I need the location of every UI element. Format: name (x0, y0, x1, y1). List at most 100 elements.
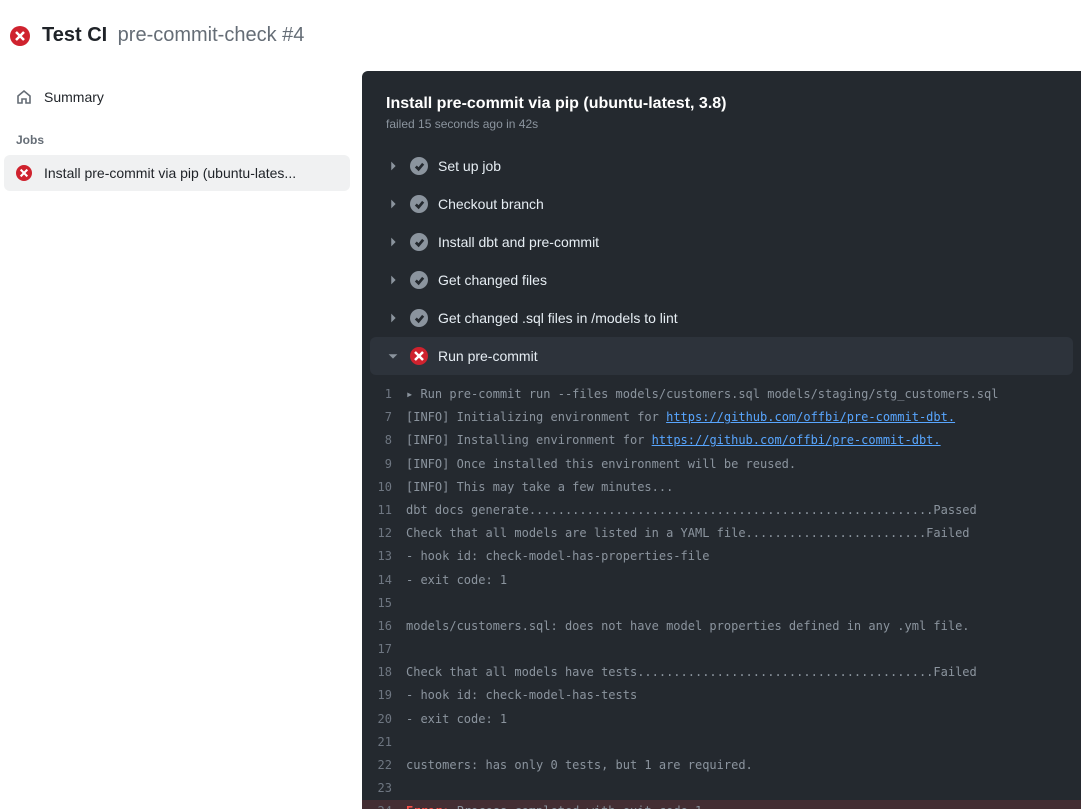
log-line[interactable]: 13- hook id: check-model-has-properties-… (362, 545, 1081, 568)
log-line[interactable]: 12Check that all models are listed in a … (362, 522, 1081, 545)
line-number: 12 (362, 524, 406, 543)
log-line[interactable]: 23 (362, 777, 1081, 800)
line-content: models/customers.sql: does not have mode… (406, 617, 1065, 636)
step-row[interactable]: Get changed files (370, 261, 1073, 299)
job-header: Install pre-commit via pip (ubuntu-lates… (362, 71, 1081, 147)
line-content (406, 733, 1065, 752)
line-content: Check that all models have tests........… (406, 663, 1065, 682)
job-title: Install pre-commit via pip (ubuntu-lates… (386, 95, 1057, 113)
line-number: 23 (362, 779, 406, 798)
log-line[interactable]: 17 (362, 638, 1081, 661)
line-number: 21 (362, 733, 406, 752)
line-number: 15 (362, 594, 406, 613)
line-number: 14 (362, 571, 406, 590)
line-number: 22 (362, 756, 406, 775)
step-row[interactable]: Checkout branch (370, 185, 1073, 223)
fail-icon (410, 347, 428, 365)
steps-list: Set up job Checkout branch Install dbt and… (362, 147, 1081, 375)
check-icon (410, 195, 428, 213)
line-content: - exit code: 1 (406, 710, 1065, 729)
workflow-title: Test CI pre-commit-check #4 (42, 24, 304, 47)
log-line[interactable]: 1▸ Run pre-commit run --files models/cus… (362, 383, 1081, 406)
sidebar-item-job[interactable]: Install pre-commit via pip (ubuntu-lates… (4, 155, 350, 191)
job-name: Install pre-commit via pip (ubuntu-lates… (44, 165, 296, 181)
line-number: 8 (362, 431, 406, 450)
step-label: Run pre-commit (438, 348, 538, 364)
line-content: [INFO] Installing environment for https:… (406, 431, 1065, 450)
step-label: Set up job (438, 158, 501, 174)
fail-icon (16, 165, 32, 181)
check-icon (410, 309, 428, 327)
line-number: 11 (362, 501, 406, 520)
step-row[interactable]: Install dbt and pre-commit (370, 223, 1073, 261)
line-content: - hook id: check-model-has-tests (406, 686, 1065, 705)
fail-icon (10, 26, 30, 46)
page-header: Test CI pre-commit-check #4 (0, 0, 1081, 71)
job-status-line: failed 15 seconds ago in 42s (386, 117, 1057, 131)
line-content: - hook id: check-model-has-properties-fi… (406, 547, 1065, 566)
log-line[interactable]: 15 (362, 592, 1081, 615)
line-content (406, 779, 1065, 798)
job-panel: Install pre-commit via pip (ubuntu-lates… (362, 71, 1081, 809)
line-number: 19 (362, 686, 406, 705)
line-content: [INFO] Initializing environment for http… (406, 408, 1065, 427)
sidebar: Summary Jobs Install pre-commit via pip … (0, 71, 362, 809)
log-line[interactable]: 18Check that all models have tests......… (362, 661, 1081, 684)
check-icon (410, 271, 428, 289)
log-output: 1▸ Run pre-commit run --files models/cus… (362, 375, 1081, 809)
line-content: Check that all models are listed in a YA… (406, 524, 1065, 543)
workflow-name: Test CI (42, 24, 107, 46)
step-label: Get changed files (438, 272, 547, 288)
log-link[interactable]: https://github.com/offbi/pre-commit-dbt. (666, 410, 955, 424)
line-number: 10 (362, 478, 406, 497)
log-line[interactable]: 16models/customers.sql: does not have mo… (362, 615, 1081, 638)
sidebar-item-summary[interactable]: Summary (4, 79, 350, 115)
line-content (406, 594, 1065, 613)
log-line[interactable]: 11dbt docs generate.....................… (362, 499, 1081, 522)
line-number: 17 (362, 640, 406, 659)
home-icon (16, 89, 32, 105)
line-content: ▸ Run pre-commit run --files models/cust… (406, 385, 1065, 404)
log-line[interactable]: 10[INFO] This may take a few minutes... (362, 476, 1081, 499)
chevron-right-icon (386, 273, 400, 287)
step-row[interactable]: Set up job (370, 147, 1073, 185)
chevron-right-icon (386, 197, 400, 211)
log-line[interactable]: 21 (362, 731, 1081, 754)
line-content: [INFO] This may take a few minutes... (406, 478, 1065, 497)
check-icon (410, 233, 428, 251)
step-label: Install dbt and pre-commit (438, 234, 599, 250)
step-row[interactable]: Run pre-commit (370, 337, 1073, 375)
line-content: [INFO] Once installed this environment w… (406, 455, 1065, 474)
line-content: - exit code: 1 (406, 571, 1065, 590)
chevron-right-icon (386, 311, 400, 325)
line-number: 13 (362, 547, 406, 566)
line-content (406, 640, 1065, 659)
line-number: 18 (362, 663, 406, 682)
log-line[interactable]: 22customers: has only 0 tests, but 1 are… (362, 754, 1081, 777)
jobs-section-label: Jobs (4, 115, 350, 155)
chevron-right-icon (386, 235, 400, 249)
log-link[interactable]: https://github.com/offbi/pre-commit-dbt. (652, 433, 941, 447)
log-line[interactable]: 7[INFO] Initializing environment for htt… (362, 406, 1081, 429)
log-line[interactable]: 20- exit code: 1 (362, 708, 1081, 731)
chevron-right-icon (386, 159, 400, 173)
check-icon (410, 157, 428, 175)
log-line[interactable]: 14- exit code: 1 (362, 569, 1081, 592)
line-content: customers: has only 0 tests, but 1 are r… (406, 756, 1065, 775)
line-number: 7 (362, 408, 406, 427)
run-label: pre-commit-check #4 (118, 24, 305, 46)
line-content: dbt docs generate.......................… (406, 501, 1065, 520)
log-line[interactable]: 8[INFO] Installing environment for https… (362, 429, 1081, 452)
step-label: Checkout branch (438, 196, 544, 212)
log-line[interactable]: 24Error: Process completed with exit cod… (362, 800, 1081, 809)
line-number: 20 (362, 710, 406, 729)
log-line[interactable]: 19- hook id: check-model-has-tests (362, 684, 1081, 707)
log-line[interactable]: 9[INFO] Once installed this environment … (362, 453, 1081, 476)
chevron-down-icon (386, 349, 400, 363)
line-number: 9 (362, 455, 406, 474)
line-content: Error: Process completed with exit code … (406, 802, 1065, 809)
summary-label: Summary (44, 89, 104, 105)
step-row[interactable]: Get changed .sql files in /models to lin… (370, 299, 1073, 337)
line-number: 16 (362, 617, 406, 636)
line-number: 1 (362, 385, 406, 404)
